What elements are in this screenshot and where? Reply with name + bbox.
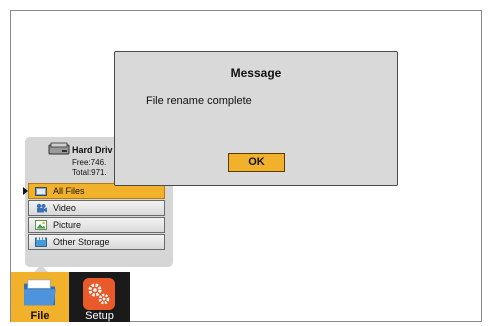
ok-button[interactable]: OK bbox=[228, 153, 285, 172]
category-video[interactable]: Video bbox=[28, 200, 165, 216]
drive-free-space: Free:746. bbox=[72, 158, 107, 167]
folder-icon bbox=[24, 279, 56, 306]
category-label: All Files bbox=[53, 186, 85, 196]
category-label: Other Storage bbox=[53, 237, 110, 247]
tab-file[interactable]: File bbox=[11, 272, 69, 322]
all-files-icon bbox=[35, 187, 47, 196]
selection-arrow-icon bbox=[23, 187, 28, 195]
tab-setup[interactable]: Setup bbox=[69, 272, 130, 322]
dialog-title: Message bbox=[230, 66, 282, 80]
category-label: Video bbox=[53, 203, 76, 213]
video-icon bbox=[36, 203, 47, 213]
category-picture[interactable]: Picture bbox=[28, 217, 165, 233]
gears-icon bbox=[83, 278, 115, 310]
message-dialog: Message File rename complete OK bbox=[114, 51, 398, 186]
dialog-message: File rename complete bbox=[146, 95, 252, 107]
storage-category-list: All Files Video Picture Other Storage bbox=[23, 183, 165, 251]
category-label: Picture bbox=[53, 220, 82, 230]
category-other-storage[interactable]: Other Storage bbox=[28, 234, 165, 250]
drive-name: Hard Driv bbox=[72, 145, 113, 155]
picture-icon bbox=[35, 220, 47, 230]
tab-label: Setup bbox=[85, 310, 114, 322]
drive-total-space: Total:971. bbox=[72, 168, 107, 177]
tab-label: File bbox=[30, 310, 50, 322]
other-storage-icon bbox=[35, 237, 47, 247]
hard-drive-icon bbox=[48, 142, 70, 155]
